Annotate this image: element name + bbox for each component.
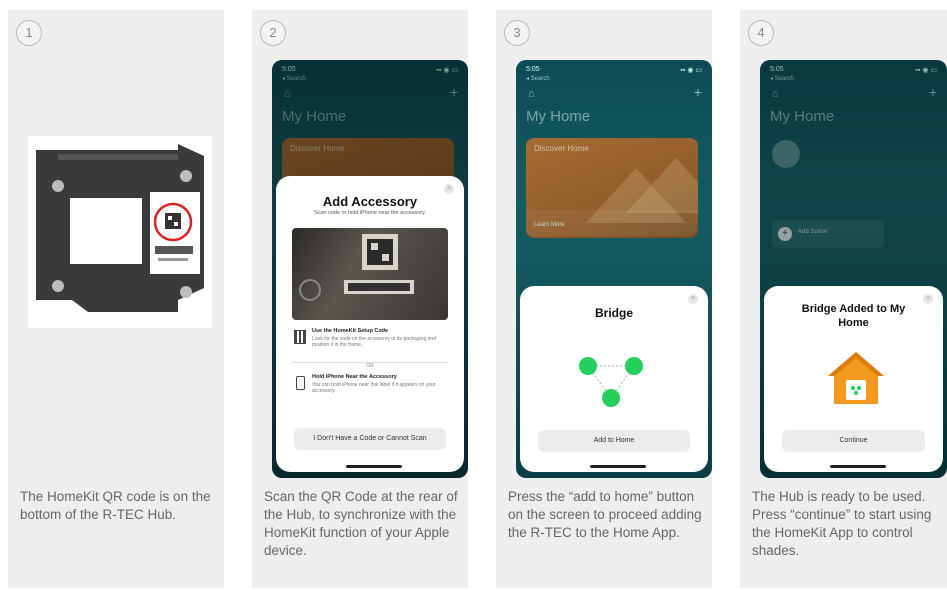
step-description: Press the “add to home” button on the sc…: [508, 489, 702, 540]
sheet-title: Bridge Added to My Home: [801, 303, 906, 329]
option2-title: Hold iPhone Near the Accessory: [312, 374, 397, 380]
step-number: 1: [16, 20, 42, 46]
plus-icon[interactable]: +: [694, 84, 702, 100]
camera-viewfinder: [292, 228, 448, 320]
close-icon[interactable]: ×: [688, 294, 698, 304]
step-number: 2: [260, 20, 286, 46]
hub-photo: [28, 136, 212, 328]
add-accessory-sheet: × Add Accessory Scan code or hold iPhone…: [276, 176, 464, 472]
phone-screenshot: 5:05 ▪▪ ◉ ▭ ◂ Search ⌂ + My Home Discove…: [272, 60, 468, 478]
step-description: The Hub is ready to be used. Press “cont…: [752, 489, 932, 558]
add-to-home-button[interactable]: Add to Home: [538, 430, 690, 452]
step-description: The HomeKit QR code is on the bottom of …: [20, 489, 211, 522]
no-code-button[interactable]: I Don't Have a Code or Cannot Scan: [294, 428, 446, 450]
phone-screenshot: 5:05 ▪▪ ◉ ▭ ◂ Search ⌂ + My Home + Add S…: [760, 60, 947, 478]
signal-icon: ▪▪ ◉ ▭: [680, 67, 702, 74]
step-number: 3: [504, 20, 530, 46]
decor-shape: [626, 158, 698, 213]
step-4-panel: 4 5:05 ▪▪ ◉ ▭ ◂ Search ⌂ + My Home + Add…: [740, 10, 947, 588]
option1-title: Use the HomeKit Setup Code: [312, 328, 389, 334]
step-3-panel: 3 5:05 ▪▪ ◉ ▭ ◂ Search ⌂ + My Home Disco…: [496, 10, 712, 588]
continue-button[interactable]: Continue: [782, 430, 925, 452]
sheet-title: Add Accessory: [322, 194, 418, 209]
house-icon: [828, 352, 884, 404]
option1-text: Look for the code on the accessory or it…: [312, 336, 436, 348]
step-2-panel: 2 5:05 ▪▪ ◉ ▭ ◂ Search ⌂ + My Home Disco…: [252, 10, 468, 588]
home-icon[interactable]: ⌂: [528, 88, 535, 100]
back-link[interactable]: ◂ Search: [526, 75, 550, 82]
page-title: My Home: [526, 108, 591, 125]
bridge-sheet: × Bridge Add to Home: [520, 286, 708, 472]
home-indicator: [830, 465, 886, 468]
qr-code-icon: [294, 330, 306, 344]
close-icon[interactable]: ×: [923, 294, 933, 304]
status-time: 5:05: [526, 66, 540, 73]
discover-title: Discover Home: [534, 144, 589, 153]
phone-nfc-icon: [296, 376, 305, 390]
sheet-title: Bridge: [594, 306, 633, 320]
home-indicator: [590, 465, 646, 468]
step-1-panel: 1 The HomeKit QR code is on the bottom o…: [8, 10, 224, 588]
step-description: Scan the QR Code at the rear of the Hub,…: [264, 489, 458, 558]
sheet-subtitle: Scan code or hold iPhone near the access…: [313, 210, 427, 216]
home-indicator: [346, 465, 402, 468]
step-number: 4: [748, 20, 774, 46]
option2-text: You can hold iPhone near this label if i…: [312, 382, 436, 394]
hub-illustration: [36, 144, 204, 312]
bridge-network-icon: [579, 357, 643, 407]
bridge-added-sheet: × Bridge Added to My Home Continue: [764, 286, 943, 472]
qr-camera-view: [299, 234, 414, 301]
phone-screenshot: 5:05 ▪▪ ◉ ▭ ◂ Search ⌂ + My Home Discove…: [516, 60, 712, 478]
or-divider: OR: [292, 362, 448, 369]
card-footer: [526, 210, 698, 236]
close-icon[interactable]: ×: [444, 184, 454, 194]
